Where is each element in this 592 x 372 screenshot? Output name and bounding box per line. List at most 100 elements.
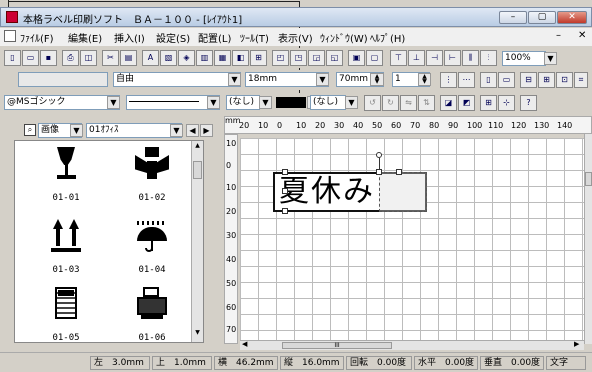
chevron-down-icon[interactable]: ▼ [544, 52, 557, 65]
menu-insert[interactable]: 挿入(I) [114, 30, 145, 45]
menu-tools[interactable]: ﾂｰﾙ(T) [240, 30, 269, 45]
doc-icon[interactable] [4, 30, 16, 42]
palette-category-select[interactable]: 01ｵﾌｨｽ [86, 123, 182, 138]
print-preview-icon[interactable]: ◫ [80, 50, 97, 66]
help-icon[interactable]: ? [520, 95, 537, 111]
shadow-select[interactable]: (なし) [310, 95, 346, 110]
space-h-icon[interactable]: ⫼ [462, 50, 479, 66]
prev-page-button[interactable]: ◀ [186, 124, 199, 137]
symbol-item[interactable]: 01-01 [31, 147, 101, 219]
magnifier-icon[interactable]: ⌕ [24, 124, 36, 136]
scroll-up-icon[interactable]: ▲ [193, 142, 202, 152]
line-style-select[interactable] [126, 95, 220, 110]
space-v-icon[interactable]: ⫶ [480, 50, 497, 66]
chevron-down-icon[interactable]: ▼ [107, 96, 120, 109]
chevron-down-icon[interactable]: ▼ [207, 96, 220, 109]
paste-icon[interactable]: ▤ [120, 50, 137, 66]
cut-icon[interactable]: ✂ [102, 50, 119, 66]
menu-window[interactable]: ｳｨﾝﾄﾞｳ(W) [320, 30, 368, 45]
cut-mark2-icon[interactable]: ⊞ [538, 72, 555, 88]
layout-mode-select[interactable]: 自由 [113, 72, 241, 87]
arrange-bottom-icon[interactable]: ⊥ [408, 50, 425, 66]
canvas-vscrollbar[interactable] [584, 134, 592, 344]
options-icon[interactable]: ⌗ [574, 72, 588, 88]
symbol-icon[interactable]: ◈ [178, 50, 195, 66]
save-icon[interactable]: ▪ [40, 50, 57, 66]
chevron-down-icon[interactable]: ▼ [228, 73, 241, 86]
frame-style2-icon[interactable]: ▭ [498, 72, 515, 88]
arrange-top-icon[interactable]: ⊤ [390, 50, 407, 66]
table-icon[interactable]: ▦ [214, 50, 231, 66]
new-file-icon[interactable]: ▯ [4, 50, 21, 66]
length-auto-icon[interactable]: ⋯ [458, 72, 475, 88]
chevron-down-icon[interactable]: ▼ [170, 124, 183, 137]
scroll-thumb[interactable] [585, 172, 592, 186]
menu-file[interactable]: ﾌｧｲﾙ(F) [20, 30, 54, 45]
symbol-item[interactable]: 01-05 [31, 287, 101, 359]
ungroup-icon[interactable]: ▢ [366, 50, 383, 66]
chevron-down-icon[interactable]: ▼ [259, 96, 272, 109]
scroll-thumb[interactable]: III [282, 342, 392, 349]
grid-icon[interactable]: ⊞ [480, 95, 497, 111]
align-right-icon[interactable]: ◲ [308, 50, 325, 66]
maximize-button[interactable]: ▢ [528, 11, 556, 24]
child-minimize-button[interactable]: – [556, 30, 561, 41]
menu-layout[interactable]: 配置(L) [198, 30, 231, 45]
distribute-icon[interactable]: ◱ [326, 50, 343, 66]
resize-handle[interactable] [396, 169, 402, 175]
cut-mark-icon[interactable]: ⊟ [520, 72, 537, 88]
frame-style-icon[interactable]: ▯ [480, 72, 497, 88]
flip-v-icon[interactable]: ⇅ [418, 95, 435, 111]
rotate-right-icon[interactable]: ↻ [382, 95, 399, 111]
arrange-right-icon[interactable]: ⊢ [444, 50, 461, 66]
resize-handle[interactable] [282, 188, 288, 194]
snap-icon[interactable]: ⊹ [498, 95, 515, 111]
print-icon[interactable]: ⎙ [62, 50, 79, 66]
menu-view[interactable]: 表示(V) [278, 30, 313, 45]
chevron-down-icon[interactable]: ▼ [316, 73, 329, 86]
open-file-icon[interactable]: ▭ [22, 50, 39, 66]
layout-canvas[interactable] [240, 138, 585, 341]
symbol-item[interactable]: 01-02 [117, 147, 187, 219]
cut-mark3-icon[interactable]: ⊡ [556, 72, 573, 88]
resize-handle[interactable] [282, 169, 288, 175]
child-close-button[interactable]: ✕ [578, 30, 586, 41]
close-button[interactable]: ✕ [557, 11, 587, 24]
scroll-right-icon[interactable]: ▶ [574, 340, 579, 348]
font-select[interactable]: @MSゴシック [4, 95, 120, 110]
label-text[interactable]: 夏休み [279, 174, 375, 210]
canvas-hscrollbar[interactable]: ◀ III ▶ [240, 340, 584, 350]
scroll-thumb[interactable] [193, 161, 202, 179]
selected-character[interactable] [379, 172, 427, 212]
symbol-item[interactable]: 01-03 [31, 219, 101, 291]
group-icon[interactable]: ▣ [348, 50, 365, 66]
chevron-down-icon[interactable]: ▼ [345, 96, 358, 109]
barcode-icon[interactable]: ▥ [196, 50, 213, 66]
chevron-down-icon[interactable]: ▼ [70, 124, 83, 137]
menu-edit[interactable]: 編集(E) [68, 30, 102, 45]
image-icon[interactable]: ▧ [160, 50, 177, 66]
next-page-button[interactable]: ▶ [200, 124, 213, 137]
minimize-button[interactable]: – [499, 11, 527, 24]
length-spinner[interactable]: ▲ ▼ [370, 73, 384, 86]
text-icon[interactable]: A [142, 50, 159, 66]
rotate-left-icon[interactable]: ↺ [364, 95, 381, 111]
resize-handle[interactable] [282, 208, 288, 214]
frame-icon[interactable]: ◧ [232, 50, 249, 66]
symbol-item[interactable]: 01-06 [117, 287, 187, 359]
copies-spinner[interactable]: ▲ ▼ [418, 73, 431, 86]
printer-field[interactable] [18, 72, 108, 87]
zoom-select[interactable]: 100% [502, 51, 546, 66]
palette-scrollbar[interactable]: ▲ ▼ [191, 141, 203, 342]
symbol-item[interactable]: 01-04 [117, 219, 187, 291]
menu-settings[interactable]: 設定(S) [156, 30, 190, 45]
database-icon[interactable]: ⊞ [250, 50, 267, 66]
send-back-icon[interactable]: ◩ [458, 95, 475, 111]
margin-icon[interactable]: ⋮ [440, 72, 457, 88]
align-center-icon[interactable]: ◳ [290, 50, 307, 66]
fill-pattern-select[interactable]: (なし) [226, 95, 260, 110]
align-left-icon[interactable]: ◰ [272, 50, 289, 66]
menu-help[interactable]: ﾍﾙﾌﾟ(H) [370, 30, 405, 45]
arrange-left-icon[interactable]: ⊣ [426, 50, 443, 66]
color-swatch[interactable] [276, 97, 306, 108]
